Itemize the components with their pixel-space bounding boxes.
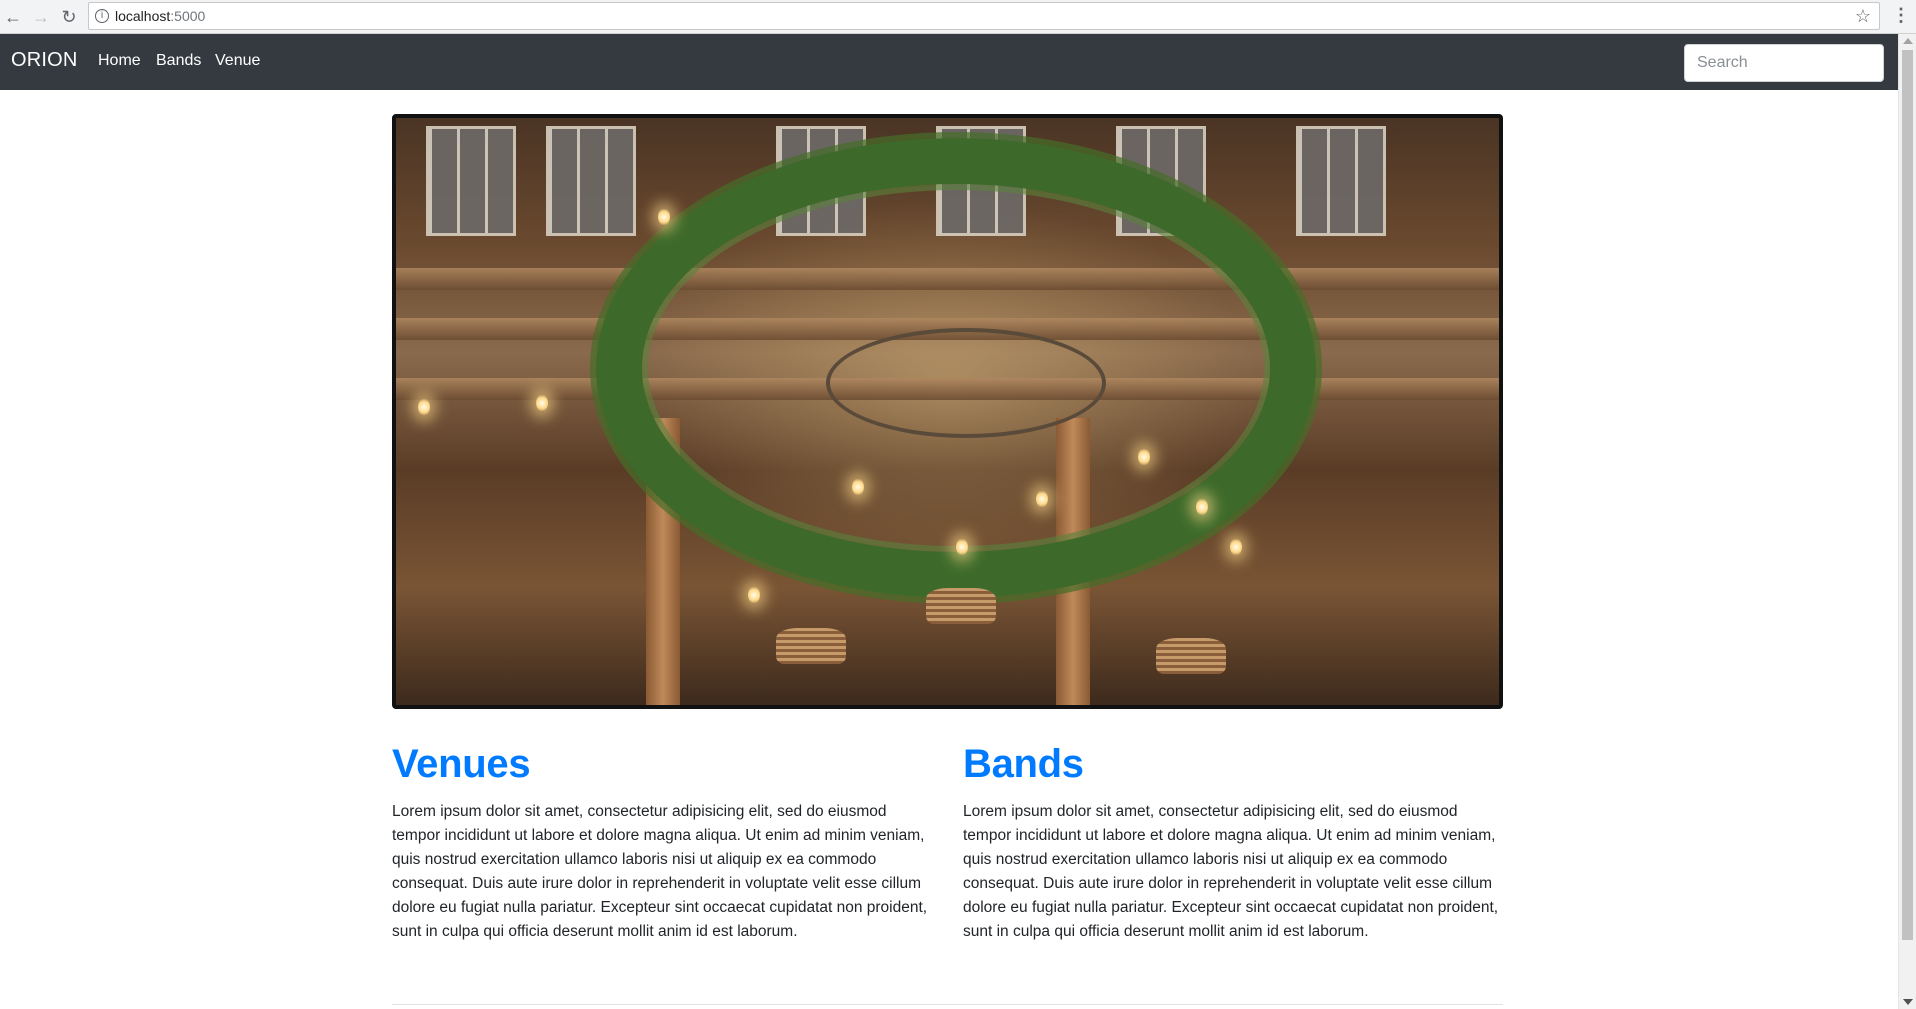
venues-section: Venues Lorem ipsum dolor sit amet, conse…: [392, 740, 932, 944]
nav-link-home[interactable]: Home: [98, 52, 141, 70]
nav-link-bands[interactable]: Bands: [156, 52, 201, 70]
kebab-menu-icon[interactable]: ⋮: [1892, 6, 1910, 28]
venues-body: Lorem ipsum dolor sit amet, consectetur …: [392, 803, 928, 940]
scroll-up-icon[interactable]: [1903, 38, 1913, 44]
lamp-shade-decor: [776, 628, 846, 664]
bulb-decor: [956, 538, 968, 556]
lamp-shade-decor: [1156, 638, 1226, 674]
window-decor: [1296, 126, 1386, 236]
bands-section: Bands Lorem ipsum dolor sit amet, consec…: [963, 740, 1503, 944]
search-input[interactable]: [1684, 44, 1884, 82]
bulb-decor: [1036, 490, 1048, 508]
site-navbar: ORION Home Bands Venue: [0, 34, 1898, 90]
scroll-down-icon[interactable]: [1903, 999, 1913, 1005]
page-scrollbar[interactable]: [1898, 34, 1916, 1009]
star-icon[interactable]: ☆: [1855, 6, 1871, 27]
bands-heading: Bands: [963, 742, 1084, 786]
browser-toolbar: ← → ↻ i localhost:5000 ☆ ⋮: [0, 0, 1916, 34]
arrow-left-icon[interactable]: ←: [2, 6, 24, 28]
bulb-decor: [1138, 448, 1150, 466]
bulb-decor: [1230, 538, 1242, 556]
bands-body: Lorem ipsum dolor sit amet, consectetur …: [963, 803, 1499, 940]
arrow-right-icon[interactable]: →: [30, 6, 52, 28]
window-decor: [426, 126, 516, 236]
window-decor: [546, 126, 636, 236]
brand-logo[interactable]: ORION: [11, 49, 78, 72]
bulb-decor: [418, 398, 430, 416]
lamp-shade-decor: [926, 588, 996, 624]
hero-image: [392, 114, 1503, 709]
bulb-decor: [1196, 498, 1208, 516]
divider: [392, 1004, 1503, 1005]
reload-icon[interactable]: ↻: [58, 6, 80, 28]
chandelier-decor: [826, 328, 1106, 438]
address-bar[interactable]: i localhost:5000 ☆: [88, 2, 1880, 30]
scrollbar-thumb[interactable]: [1902, 50, 1913, 940]
bulb-decor: [748, 586, 760, 604]
venues-heading: Venues: [392, 742, 531, 786]
bulb-decor: [658, 208, 670, 226]
url-text[interactable]: localhost:5000: [115, 8, 205, 24]
bulb-decor: [852, 478, 864, 496]
nav-link-venue[interactable]: Venue: [215, 52, 260, 70]
info-icon[interactable]: i: [95, 9, 109, 23]
bulb-decor: [536, 394, 548, 412]
